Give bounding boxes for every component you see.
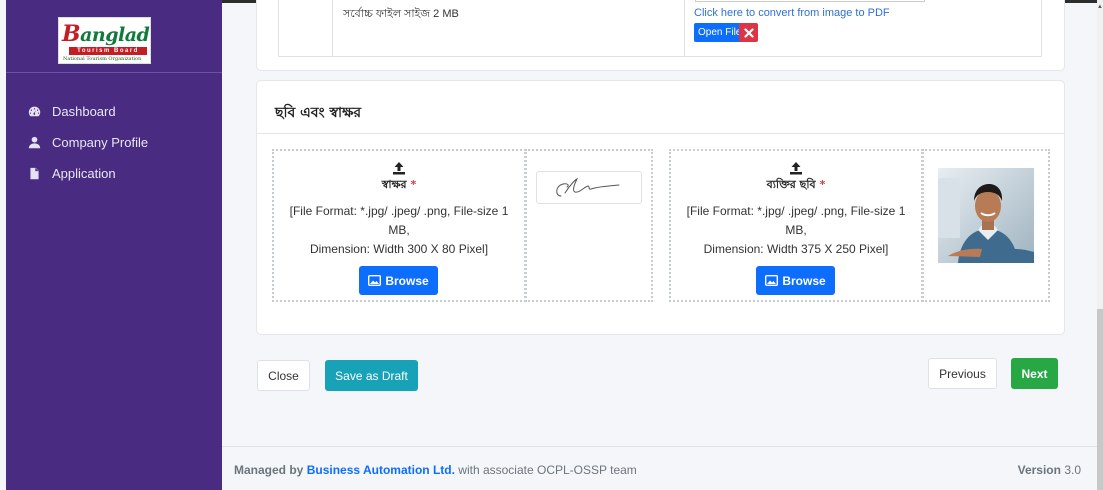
user-icon bbox=[27, 136, 41, 150]
signature-photo-card: ছবি এবং স্বাক্ষর স্বাক্ষর * [File Format:… bbox=[256, 80, 1065, 335]
logo-main-rest: angladesh bbox=[80, 24, 150, 46]
scrollbar[interactable]: ▲ bbox=[1097, 0, 1103, 490]
logo-band: Tourism Board bbox=[69, 47, 147, 55]
scroll-thumb[interactable] bbox=[1097, 309, 1103, 490]
sidebar-item-application[interactable]: Application bbox=[6, 158, 222, 189]
previous-card: সর্বোচ্চ ফাইল সাইজ 2 MB Click here to co… bbox=[256, 0, 1065, 71]
attachment-table: সর্বোচ্চ ফাইল সাইজ 2 MB Click here to co… bbox=[278, 0, 1042, 57]
signature-upload-box: স্বাক্ষর * [File Format: *.jpg/ .jpeg/ .p… bbox=[272, 149, 526, 302]
photo-label: ব্যক্তির ছবি * bbox=[671, 176, 921, 195]
footer-rest: with associate OCPL-OSSP team bbox=[458, 463, 637, 477]
sidebar: Bangladesh Tourism Board National Touris… bbox=[6, 0, 222, 490]
save-draft-button[interactable]: Save as Draft bbox=[325, 360, 418, 391]
browse-label: Browse bbox=[782, 273, 826, 288]
previous-button[interactable]: Previous bbox=[928, 358, 997, 389]
sidebar-item-company-profile[interactable]: Company Profile bbox=[6, 127, 222, 158]
sidebar-nav: Dashboard Company Profile Application bbox=[6, 96, 222, 189]
file-cell: Click here to convert from image to PDF … bbox=[685, 0, 1042, 57]
photo-browse-button[interactable]: Browse bbox=[756, 266, 835, 295]
signature-label-text: স্বাক্ষর bbox=[381, 178, 407, 191]
scroll-up-icon[interactable]: ▲ bbox=[1097, 3, 1103, 11]
signature-preview-box bbox=[525, 149, 653, 302]
next-button[interactable]: Next bbox=[1011, 358, 1058, 389]
sidebar-divider bbox=[6, 72, 222, 73]
table-cell-index bbox=[279, 0, 333, 57]
photo-preview-box bbox=[922, 149, 1050, 302]
signature-label: স্বাক্ষর * bbox=[274, 176, 524, 195]
photo-requirements: [File Format: *.jpg/ .jpeg/ .png, File-s… bbox=[677, 202, 915, 259]
convert-link[interactable]: Click here to convert from image to PDF bbox=[694, 7, 890, 19]
brand-logo[interactable]: Bangladesh Tourism Board National Touris… bbox=[58, 17, 151, 64]
sidebar-item-label: Application bbox=[52, 166, 116, 181]
card-title: ছবি এবং স্বাক্ষর bbox=[257, 81, 1064, 134]
size-note: সর্বোচ্চ ফাইল সাইজ 2 MB bbox=[333, 0, 685, 57]
photo-upload-box: ব্যক্তির ছবি * [File Format: *.jpg/ .jpeg… bbox=[669, 149, 923, 302]
signature-dimension-text: Dimension: Width 300 X 80 Pixel] bbox=[309, 242, 489, 256]
footer-version: Version 3.0 bbox=[1018, 463, 1081, 477]
image-icon bbox=[368, 275, 382, 286]
required-asterisk: * bbox=[819, 178, 826, 191]
version-label: Version bbox=[1017, 463, 1061, 477]
photo-label-text: ব্যক্তির ছবি bbox=[766, 178, 816, 191]
signature-requirements: [File Format: *.jpg/ .jpeg/ .png, File-s… bbox=[280, 202, 518, 259]
open-file-button[interactable]: Open File bbox=[694, 23, 746, 42]
upload-icon bbox=[392, 161, 406, 175]
footer-managed-by: Managed by bbox=[234, 463, 304, 477]
close-icon bbox=[743, 27, 754, 38]
browse-label: Browse bbox=[385, 273, 429, 288]
sidebar-item-dashboard[interactable]: Dashboard bbox=[6, 96, 222, 127]
signature-browse-button[interactable]: Browse bbox=[359, 266, 438, 295]
footer-company-link[interactable]: Business Automation Ltd. bbox=[307, 463, 455, 477]
sidebar-item-label: Dashboard bbox=[52, 104, 116, 119]
person-photo-preview bbox=[938, 168, 1034, 263]
footer-credit: Managed by Business Automation Ltd. with… bbox=[234, 463, 637, 477]
image-icon bbox=[765, 275, 779, 286]
version-number: 3.0 bbox=[1064, 463, 1081, 477]
logo-main-text: Bangladesh bbox=[62, 21, 150, 47]
footer: Managed by Business Automation Ltd. with… bbox=[222, 446, 1097, 490]
signature-format-text: [File Format: *.jpg/ .jpeg/ .png, File-s… bbox=[289, 204, 509, 237]
upload-icon bbox=[789, 161, 803, 175]
logo-subtitle: National Tourism Organization bbox=[63, 56, 142, 62]
file-input[interactable] bbox=[695, 0, 925, 2]
remove-file-button[interactable] bbox=[739, 23, 758, 42]
sidebar-item-label: Company Profile bbox=[52, 135, 149, 150]
main-content: সর্বোচ্চ ফাইল সাইজ 2 MB Click here to co… bbox=[222, 0, 1103, 490]
photo-format-text: [File Format: *.jpg/ .jpeg/ .png, File-s… bbox=[686, 204, 906, 237]
required-asterisk: * bbox=[410, 178, 417, 191]
signature-preview-image bbox=[536, 171, 642, 204]
file-icon bbox=[27, 167, 41, 181]
photo-dimension-text: Dimension: Width 375 X 250 Pixel] bbox=[703, 242, 889, 256]
dashboard-icon bbox=[27, 105, 41, 119]
close-button[interactable]: Close bbox=[257, 360, 310, 391]
